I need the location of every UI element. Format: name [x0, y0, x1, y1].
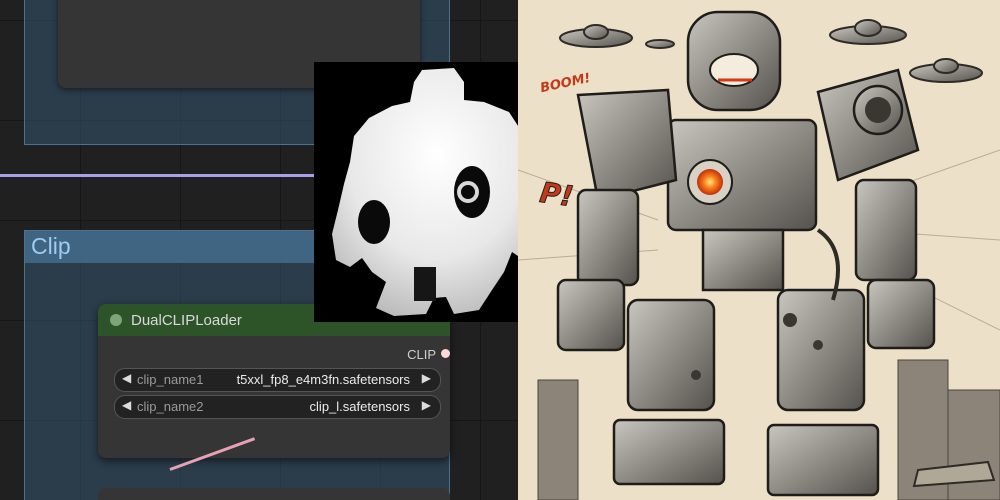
robot-illustration: [518, 0, 1000, 500]
sfx-partial-text: P!: [537, 175, 576, 214]
node-title: DualCLIPLoader: [131, 312, 242, 329]
arrow-right-icon[interactable]: ▶: [422, 371, 431, 385]
robot-comic-image: BOOM! P!: [518, 0, 1000, 500]
output-label-clip: CLIP: [407, 347, 436, 362]
widget-label: clip_name1: [137, 372, 204, 387]
clip-name1-combo[interactable]: ◀ clip_name1 t5xxl_fp8_e4m3fn.safetensor…: [114, 368, 441, 392]
widget-value: clip_l.safetensors: [309, 399, 410, 414]
robot-depth-silhouette: [332, 68, 542, 316]
arrow-right-icon[interactable]: ▶: [422, 398, 431, 412]
arrow-left-icon[interactable]: ◀: [122, 371, 131, 385]
dual-clip-loader-node[interactable]: DualCLIPLoader CLIP ◀ clip_name1 t5xxl_f…: [98, 304, 450, 458]
widget-label: clip_name2: [137, 399, 204, 414]
group-title: Clip: [31, 233, 71, 259]
arrow-left-icon[interactable]: ◀: [122, 398, 131, 412]
node-bottom-partial[interactable]: [98, 488, 450, 500]
clip-name2-combo[interactable]: ◀ clip_name2 clip_l.safetensors ▶: [114, 395, 441, 419]
depth-map-preview-image: [314, 62, 552, 322]
widget-value: t5xxl_fp8_e4m3fn.safetensors: [236, 372, 410, 387]
node-collapse-dot-icon[interactable]: [110, 314, 122, 326]
output-socket-clip[interactable]: [441, 349, 450, 358]
